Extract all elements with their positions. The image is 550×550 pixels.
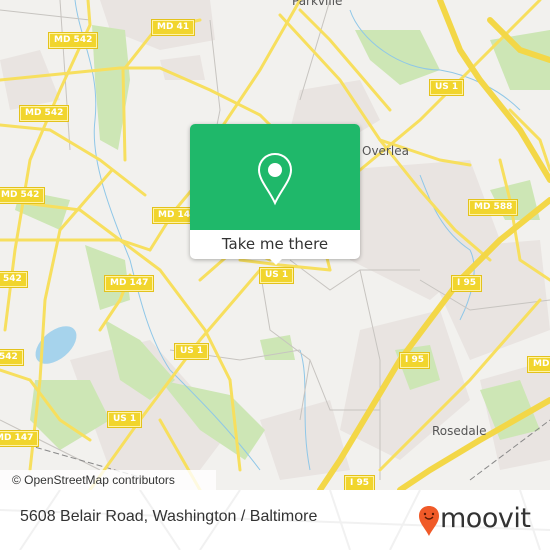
route-shield: MD 588 bbox=[467, 199, 519, 216]
place-label-overlea: Overlea bbox=[362, 144, 409, 158]
moovit-pin-icon bbox=[419, 506, 439, 536]
map-canvas[interactable]: Parkville Overlea Rosedale MD 542 MD 41 … bbox=[0, 0, 550, 490]
route-shield: I 95 bbox=[343, 475, 376, 490]
route-shield: MD 542 bbox=[47, 32, 99, 49]
map-attribution[interactable]: © OpenStreetMap contributors bbox=[0, 470, 216, 490]
place-label-parkville: Parkville bbox=[292, 0, 343, 8]
route-shield: US 1 bbox=[258, 267, 295, 284]
route-shield: I 95 bbox=[398, 352, 431, 369]
route-shield: I 95 bbox=[450, 275, 483, 292]
route-shield: MD 147 bbox=[103, 275, 155, 292]
route-shield: 542 bbox=[0, 349, 24, 366]
moovit-wordmark: moovit bbox=[440, 503, 531, 534]
route-shield: 542 bbox=[0, 271, 28, 288]
take-me-there-button[interactable]: Take me there bbox=[190, 230, 360, 259]
route-shield: US 1 bbox=[428, 79, 465, 96]
route-shield: MD 147 bbox=[0, 430, 40, 447]
route-shield: MD bbox=[526, 356, 550, 373]
route-shield: MD 542 bbox=[0, 187, 46, 204]
address-label: 5608 Belair Road, Washington / Baltimore bbox=[20, 508, 318, 525]
place-label-rosedale: Rosedale bbox=[432, 424, 487, 438]
route-shield: US 1 bbox=[173, 343, 210, 360]
location-popup[interactable]: Take me there bbox=[190, 124, 360, 265]
popup-header bbox=[190, 124, 360, 230]
map-pin-icon bbox=[257, 152, 293, 206]
popup-pointer bbox=[268, 257, 284, 265]
route-shield: MD 542 bbox=[18, 105, 70, 122]
route-shield: US 1 bbox=[106, 411, 143, 428]
route-shield: MD 41 bbox=[150, 19, 196, 36]
